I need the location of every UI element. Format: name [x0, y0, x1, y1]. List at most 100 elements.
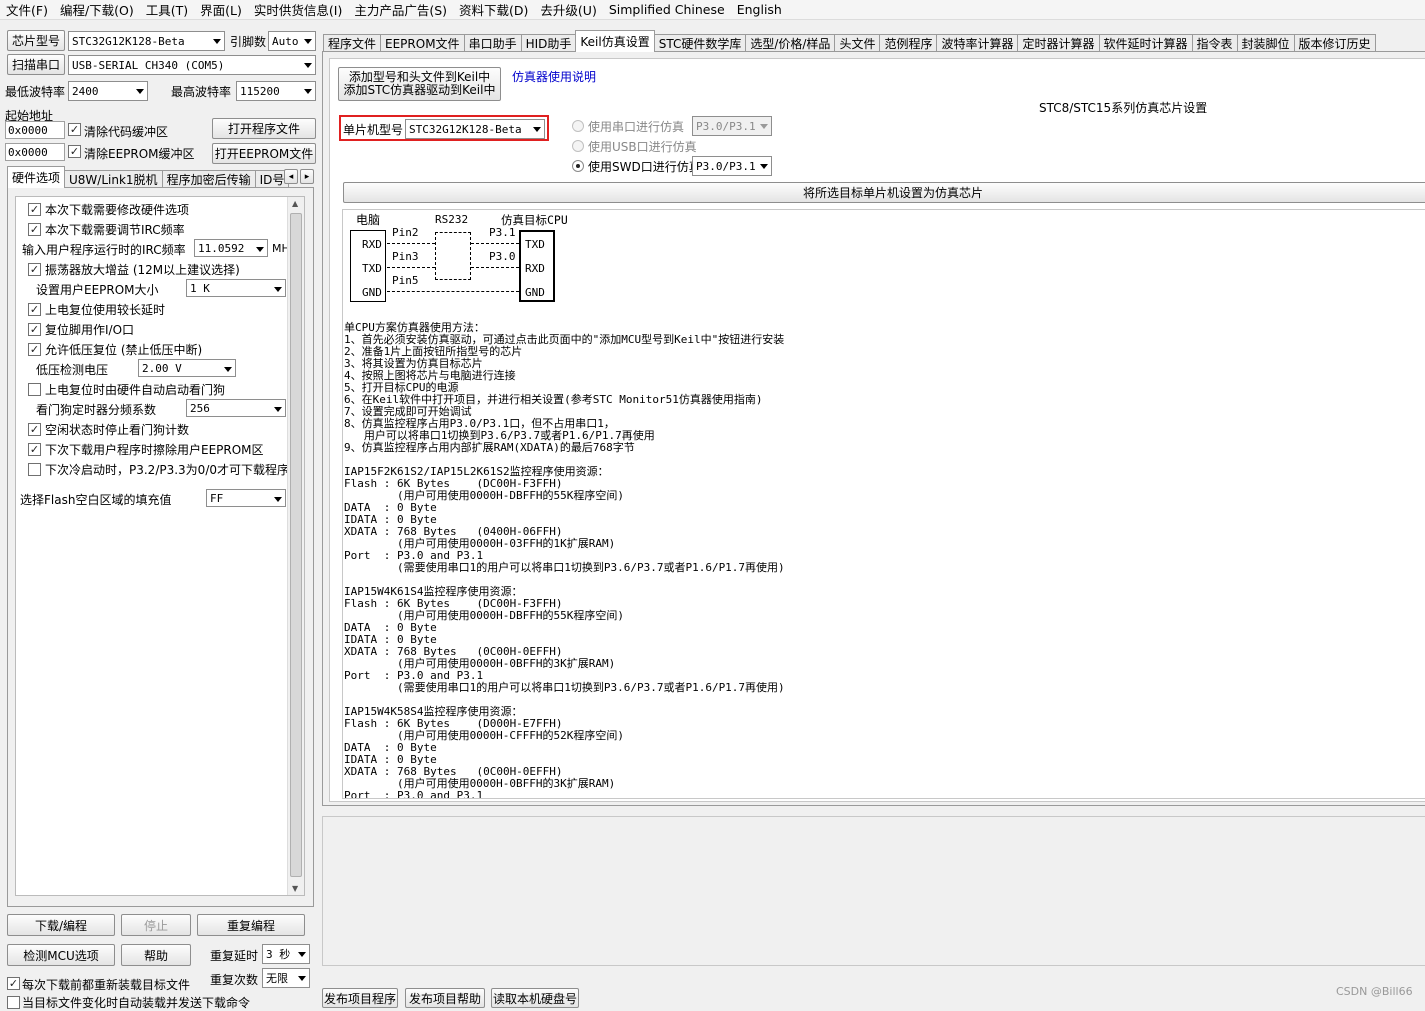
options-scrollbar[interactable]: ▲ ▼ — [287, 197, 304, 895]
option-checkbox[interactable]: ✓ — [28, 323, 41, 336]
option-checkbox[interactable]: ✓ — [28, 263, 41, 276]
manual-link[interactable]: 仿真器使用说明 — [512, 68, 596, 85]
read-disk-id-button[interactable]: 读取本机硬盘号 — [491, 988, 579, 1008]
eeprom-address-input[interactable]: 0x0000 — [5, 143, 65, 161]
option-row[interactable]: ✓ 复位脚用作I/O口 — [28, 321, 134, 338]
right-tab[interactable]: 封装脚位 — [1236, 34, 1295, 52]
option-row[interactable]: ✓ 空闲状态时停止看门狗计数 — [28, 421, 189, 438]
pin-count-select[interactable]: Auto — [268, 31, 316, 51]
clear-eeprom-checkbox[interactable]: ✓ — [68, 145, 81, 158]
repeat-delay-select[interactable]: 3 秒 — [262, 944, 310, 964]
publish-program-button[interactable]: 发布项目程序 — [322, 988, 398, 1008]
right-tab[interactable]: 范例程序 — [879, 34, 938, 52]
option-row[interactable]: 看门狗定时器分频系数 — [36, 401, 156, 418]
right-tab[interactable]: 软件延时计算器 — [1098, 34, 1193, 52]
menu-item[interactable]: 主力产品广告(S) — [348, 0, 453, 19]
add-to-keil-button[interactable]: 添加型号和头文件到Keil中 添加STC仿真器驱动到Keil中 — [338, 67, 501, 101]
chip-model-button[interactable]: 芯片型号 — [7, 30, 65, 51]
option-checkbox[interactable] — [28, 383, 41, 396]
option-checkbox[interactable] — [28, 463, 41, 476]
watchdog-divider-select-value: 256 — [190, 401, 210, 415]
repeat-count-select[interactable]: 无限 — [262, 968, 310, 988]
scroll-down-icon[interactable]: ▼ — [292, 884, 298, 893]
auto-load-checkbox[interactable] — [7, 996, 20, 1009]
swd-port-select[interactable]: P3.0/P3.1 — [692, 156, 772, 176]
menu-item[interactable]: 界面(L) — [194, 0, 248, 19]
right-tab[interactable]: 串口助手 — [463, 34, 522, 52]
right-tab[interactable]: STC硬件数学库 — [653, 34, 747, 52]
open-program-button[interactable]: 打开程序文件 — [212, 118, 316, 139]
scroll-thumb[interactable] — [290, 213, 302, 877]
reload-target-checkbox[interactable]: ✓ — [7, 977, 20, 990]
open-eeprom-button[interactable]: 打开EEPROM文件 — [212, 143, 316, 164]
option-row[interactable]: ✓ 上电复位使用较长延时 — [28, 301, 165, 318]
option-row[interactable]: ✓ 本次下载需要修改硬件选项 — [28, 201, 189, 218]
menu-item[interactable]: 资料下载(D) — [453, 0, 534, 19]
set-emulator-chip-button[interactable]: 将所选目标单片机设置为仿真芯片 — [343, 182, 1425, 203]
max-baud-select[interactable]: 115200 — [236, 81, 316, 101]
right-tab[interactable]: 选型/价格/样品 — [745, 34, 836, 52]
tab-scroll-right-icon[interactable]: ▸ — [300, 169, 314, 184]
right-tab[interactable]: 指令表 — [1191, 34, 1238, 52]
right-tab[interactable]: Keil仿真设置 — [575, 30, 655, 52]
publish-help-button[interactable]: 发布项目帮助 — [405, 988, 485, 1008]
watchdog-divider-select[interactable]: 256 — [186, 399, 286, 417]
right-tab[interactable]: 版本修订历史 — [1293, 34, 1376, 52]
left-tab[interactable]: U8W/Link1脱机 — [64, 170, 163, 188]
flash-fill-select[interactable]: FF — [206, 489, 286, 507]
menu-item[interactable]: 文件(F) — [0, 0, 54, 19]
option-checkbox[interactable]: ✓ — [28, 223, 41, 236]
option-row[interactable]: 低压检测电压 — [36, 361, 108, 378]
option-checkbox[interactable]: ✓ — [28, 343, 41, 356]
right-tab[interactable]: 定时器计算器 — [1017, 34, 1100, 52]
left-tab[interactable]: 硬件选项 — [7, 166, 66, 188]
menu-item[interactable]: 实时供货信息(I) — [248, 0, 348, 19]
menu-item[interactable]: 工具(T) — [140, 0, 194, 19]
option-checkbox[interactable]: ✓ — [28, 303, 41, 316]
mcu-model-select[interactable]: STC32G12K128-Beta — [405, 119, 545, 139]
option-row[interactable]: 下次冷启动时，P3.2/P3.3为0/0才可下载程序 — [28, 461, 289, 478]
left-tab[interactable]: 程序加密后传输 — [161, 170, 256, 188]
right-tab[interactable]: EEPROM文件 — [380, 34, 465, 52]
option-row[interactable]: ✓ 本次下载需要调节IRC频率 — [28, 221, 185, 238]
download-button[interactable]: 下载/编程 — [7, 914, 115, 936]
right-tabs: 程序文件 EEPROM文件 串口助手 HID助手 Keil仿真设置 STC硬件数学库 选型/… — [323, 30, 1376, 52]
scan-port-button[interactable]: 扫描串口 — [7, 54, 65, 75]
option-checkbox[interactable]: ✓ — [28, 203, 41, 216]
serial-port-select[interactable]: P3.0/P3.1 — [692, 116, 772, 136]
stop-button[interactable]: 停止 — [121, 914, 191, 936]
port-select[interactable]: USB-SERIAL CH340 (COM5) — [68, 55, 316, 75]
option-row[interactable]: ✓ 允许低压复位 (禁止低压中断) — [28, 341, 202, 358]
menu-item[interactable]: English — [731, 2, 788, 17]
chip-model-select[interactable]: STC32G12K128-Beta — [68, 31, 225, 51]
code-address-input[interactable]: 0x0000 — [5, 121, 65, 139]
menu-item[interactable]: 去升级(U) — [534, 0, 602, 19]
right-tab[interactable]: 程序文件 — [323, 34, 382, 52]
right-tab[interactable]: 波特率计算器 — [936, 34, 1019, 52]
clear-code-checkbox[interactable]: ✓ — [68, 123, 81, 136]
detect-mcu-button[interactable]: 检测MCU选项 — [7, 944, 115, 966]
option-row[interactable]: 设置用户EEPROM大小 — [36, 281, 159, 298]
option-row[interactable]: ✓ 振荡器放大增益 (12M以上建议选择) — [28, 261, 240, 278]
scroll-up-icon[interactable]: ▲ — [292, 199, 298, 208]
menu-item[interactable]: 编程/下载(O) — [54, 0, 140, 19]
option-checkbox[interactable]: ✓ — [28, 423, 41, 436]
help-button[interactable]: 帮助 — [121, 944, 191, 966]
right-tab[interactable]: HID助手 — [520, 34, 577, 52]
tab-scroll-left-icon[interactable]: ◂ — [284, 169, 298, 184]
eeprom-size-select[interactable]: 1 K — [186, 279, 286, 297]
option-row[interactable]: 输入用户程序运行时的IRC频率 — [22, 241, 186, 258]
swd-emulation-radio[interactable] — [572, 160, 584, 172]
option-row[interactable]: 上电复位时由硬件自动启动看门狗 — [28, 381, 225, 398]
usb-emulation-radio[interactable] — [572, 140, 584, 152]
min-baud-select[interactable]: 2400 — [68, 81, 148, 101]
option-checkbox[interactable]: ✓ — [28, 443, 41, 456]
menu-item[interactable]: Simplified Chinese — [603, 2, 731, 17]
serial-emulation-radio[interactable] — [572, 120, 584, 132]
irc-frequency-select[interactable]: 11.0592 — [194, 239, 268, 257]
menu-bar: 文件(F) 编程/下载(O) 工具(T) 界面(L) 实时供货信息(I) 主力产品广告(S… — [0, 0, 1425, 20]
low-voltage-select[interactable]: 2.00 V — [138, 359, 236, 377]
option-row[interactable]: ✓ 下次下载用户程序时擦除用户EEPROM区 — [28, 441, 264, 458]
repeat-program-button[interactable]: 重复编程 — [197, 914, 305, 936]
right-tab[interactable]: 头文件 — [834, 34, 881, 52]
